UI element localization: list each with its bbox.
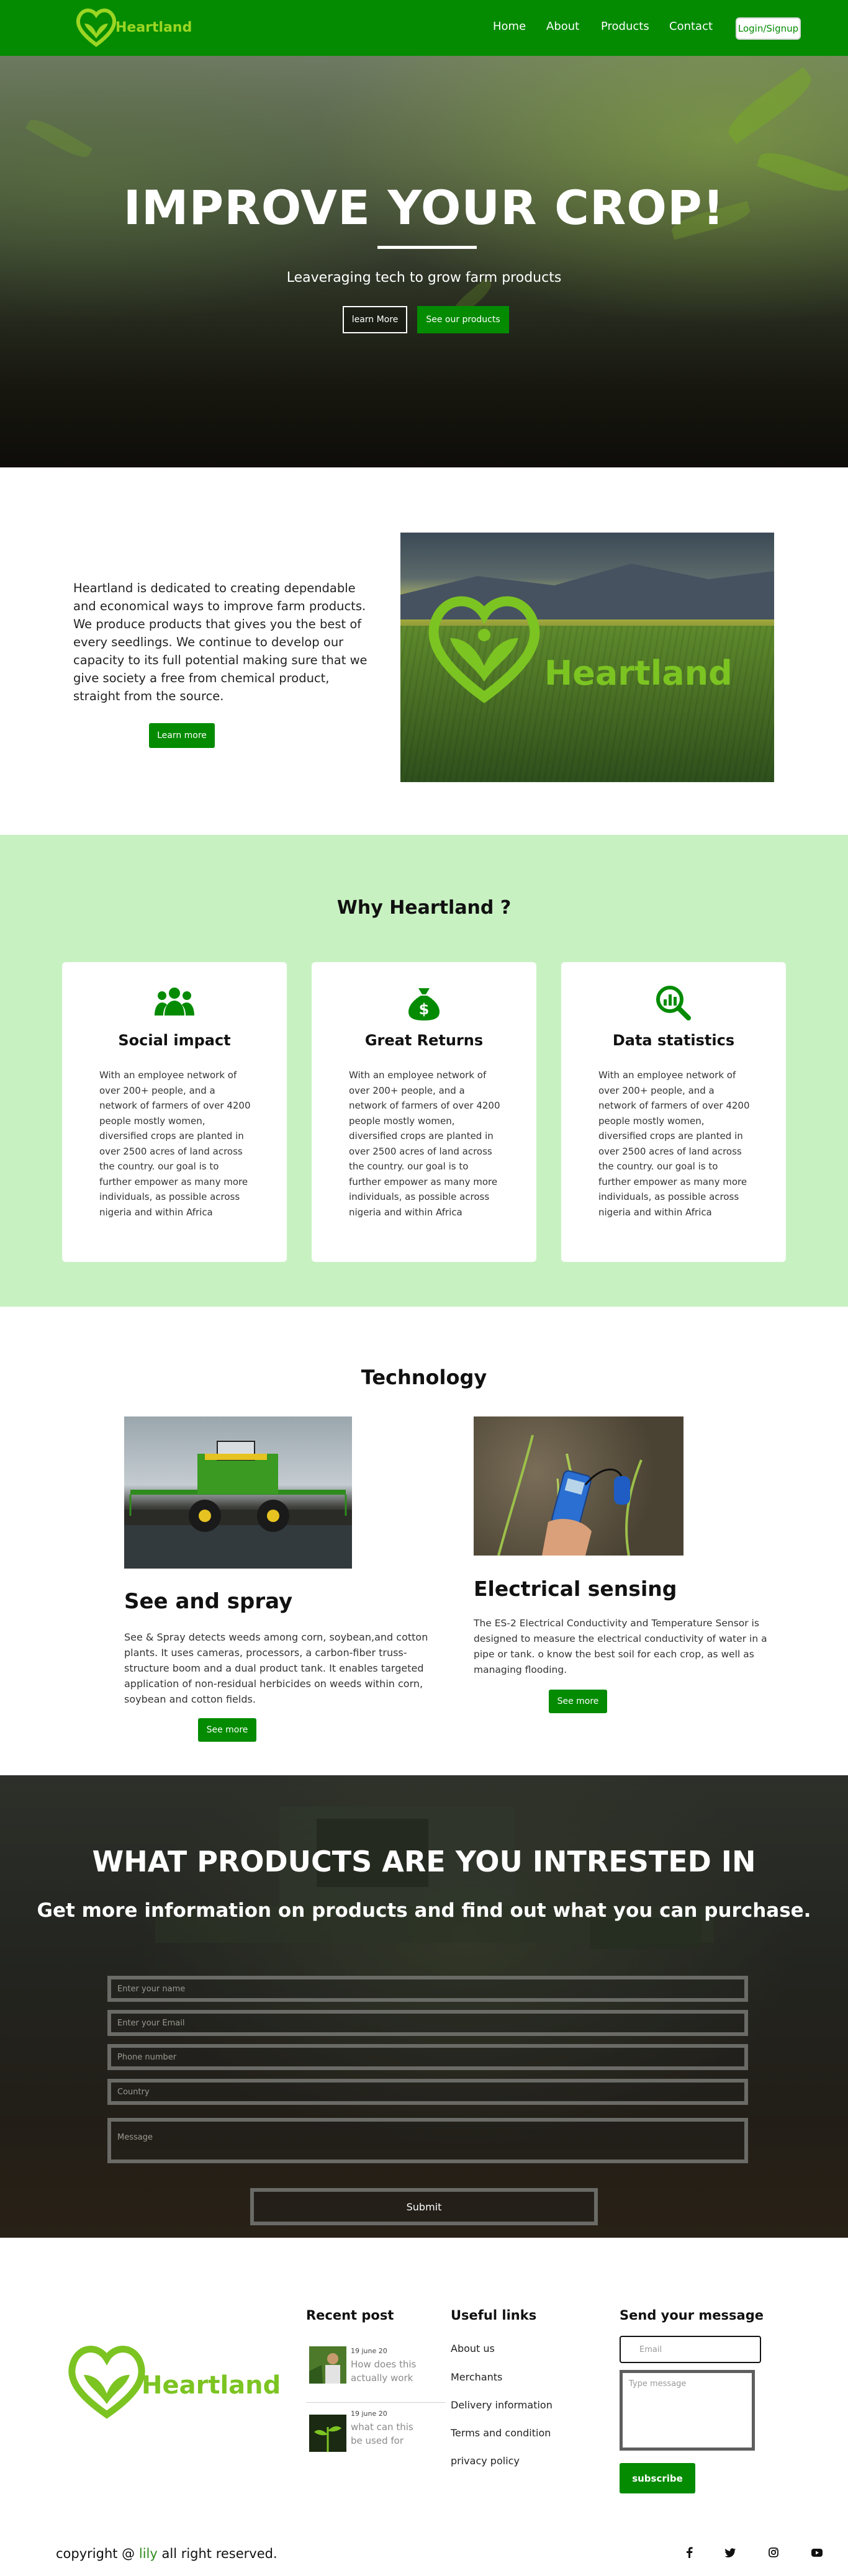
phone-input[interactable]: Phone number: [107, 2044, 748, 2070]
post-title[interactable]: what can this be used for: [351, 2420, 419, 2448]
name-input[interactable]: Enter your name: [107, 1976, 748, 2002]
post-thumbnail[interactable]: [309, 2415, 346, 2452]
feature-card-social-impact: Social impact With an employee network o…: [62, 962, 287, 1262]
recent-post-heading: Recent post: [306, 2308, 394, 2323]
card-body: With an employee network of over 200+ pe…: [349, 1070, 500, 1218]
electrical-sensor-image: [474, 1416, 683, 1556]
products-subtitle: Get more information on products and fin…: [37, 1899, 811, 1922]
nav-home[interactable]: Home: [493, 20, 526, 33]
about-image-brand: Heartland: [544, 654, 733, 693]
email-input[interactable]: Enter your Email: [107, 2010, 748, 2036]
login-signup-button[interactable]: Login/Signup: [736, 17, 801, 40]
technology-title: Technology: [361, 1366, 487, 1389]
nav-products[interactable]: Products: [601, 20, 649, 33]
brand-logo[interactable]: Heartland: [73, 5, 197, 48]
svg-text:$: $: [419, 1001, 430, 1018]
card-body: With an employee network of over 200+ pe…: [598, 1070, 750, 1218]
card-body: With an employee network of over 200+ pe…: [99, 1070, 251, 1218]
card-title: Great Returns: [364, 1032, 484, 1049]
see-spray-see-more-button[interactable]: See more: [198, 1718, 256, 1742]
send-message-heading: Send your message: [620, 2308, 764, 2323]
twitter-icon[interactable]: [724, 2546, 736, 2559]
youtube-icon[interactable]: [811, 2546, 823, 2559]
farmer-photo-icon: [309, 2346, 346, 2384]
card-title: Social impact: [118, 1032, 231, 1049]
sensor-in-field-illustration: [497, 1434, 643, 1556]
money-bag-icon: $: [408, 988, 440, 1020]
hero-title-underline: [377, 246, 477, 249]
useful-links-heading: Useful links: [451, 2308, 537, 2323]
copyright-text: copyright @ lily all right reserved.: [56, 2546, 277, 2561]
electrical-sensing-see-more-button[interactable]: See more: [549, 1690, 607, 1713]
copyright-brand[interactable]: lily: [139, 2546, 158, 2561]
learn-more-button[interactable]: learn More: [343, 306, 407, 333]
footer-email-input[interactable]: Email: [620, 2336, 761, 2363]
post-title[interactable]: How does this actually work: [351, 2358, 419, 2385]
hero-section: IMPROVE YOUR CROP! Leaveraging tech to g…: [0, 56, 848, 467]
post-thumbnail[interactable]: [309, 2346, 346, 2384]
instagram-icon[interactable]: [767, 2546, 780, 2559]
footer-brand-name: Heartland: [142, 2371, 281, 2400]
youtube-glyph-icon: [811, 2548, 823, 2557]
twitter-glyph-icon: [724, 2547, 736, 2557]
corn-leaf-decoration: [721, 66, 818, 145]
link-privacy-policy[interactable]: privacy policy: [451, 2455, 520, 2467]
about-image: Heartland: [400, 533, 774, 782]
about-description: Heartland is dedicated to creating depen…: [73, 581, 368, 703]
products-title: WHAT PRODUCTS ARE YOU INTRESTED IN: [92, 1845, 756, 1878]
navbar: Heartland Home About Products Contact Lo…: [0, 0, 848, 56]
nav-about[interactable]: About: [546, 20, 579, 33]
country-input[interactable]: Country: [107, 2079, 748, 2105]
tech-body-electrical-sensing: The ES-2 Electrical Conductivity and Tem…: [474, 1618, 767, 1675]
sprayer-tractor-illustration: [124, 1441, 352, 1569]
feature-card-data-statistics: Data statistics With an employee network…: [561, 962, 786, 1262]
see-products-button[interactable]: See our products: [417, 306, 509, 333]
post-date: 19 june 20: [351, 2410, 387, 2418]
card-title: Data statistics: [612, 1032, 735, 1049]
post-date: 19 june 20: [351, 2347, 387, 2355]
facebook-icon[interactable]: [683, 2546, 695, 2559]
heart-leaf-logo-icon: [428, 596, 540, 703]
footer-message-textarea[interactable]: Type message: [620, 2370, 755, 2451]
users-icon: [155, 988, 194, 1016]
corn-leaf-decoration: [25, 114, 93, 163]
copyright-suffix: all right reserved.: [161, 2546, 277, 2561]
feature-card-great-returns: $ Great Returns With an employee network…: [312, 962, 536, 1262]
subscribe-button[interactable]: subscribe: [620, 2463, 695, 2493]
message-textarea[interactable]: Message: [107, 2118, 748, 2163]
hero-title: IMPROVE YOUR CROP!: [123, 180, 725, 235]
search-chart-icon: [656, 986, 691, 1020]
sprayer-tractor-image: [124, 1416, 352, 1569]
heart-leaf-logo-icon: [68, 2346, 145, 2419]
link-merchants[interactable]: Merchants: [451, 2371, 502, 2383]
instagram-glyph-icon: [769, 2547, 778, 2557]
facebook-glyph-icon: [687, 2547, 693, 2558]
why-section: Why Heartland ? Social impact With an em…: [0, 835, 848, 1307]
why-title: Why Heartland ?: [336, 897, 512, 919]
link-about-us[interactable]: About us: [451, 2343, 495, 2354]
link-delivery-information[interactable]: Delivery information: [451, 2399, 553, 2411]
about-learn-more-button[interactable]: Learn more: [149, 723, 215, 748]
tech-body-see-spray: See & Spray detects weeds among corn, so…: [124, 1631, 428, 1705]
plant-photo-icon: [309, 2415, 346, 2452]
link-terms-and-condition[interactable]: Terms and condition: [451, 2427, 551, 2439]
submit-button[interactable]: Submit: [250, 2188, 598, 2225]
heart-leaf-logo-icon: [76, 8, 117, 47]
tech-title-see-spray: See and spray: [124, 1589, 293, 1614]
hero-subtitle: Leaveraging tech to grow farm products: [286, 270, 562, 286]
post-divider: [306, 2402, 446, 2403]
nav-contact[interactable]: Contact: [669, 20, 713, 33]
products-inquiry-section: WHAT PRODUCTS ARE YOU INTRESTED IN Get m…: [0, 1775, 848, 2238]
tech-title-electrical-sensing: Electrical sensing: [474, 1577, 677, 1601]
brand-name: Heartland: [115, 20, 192, 35]
copyright-prefix: copyright @: [56, 2546, 135, 2561]
